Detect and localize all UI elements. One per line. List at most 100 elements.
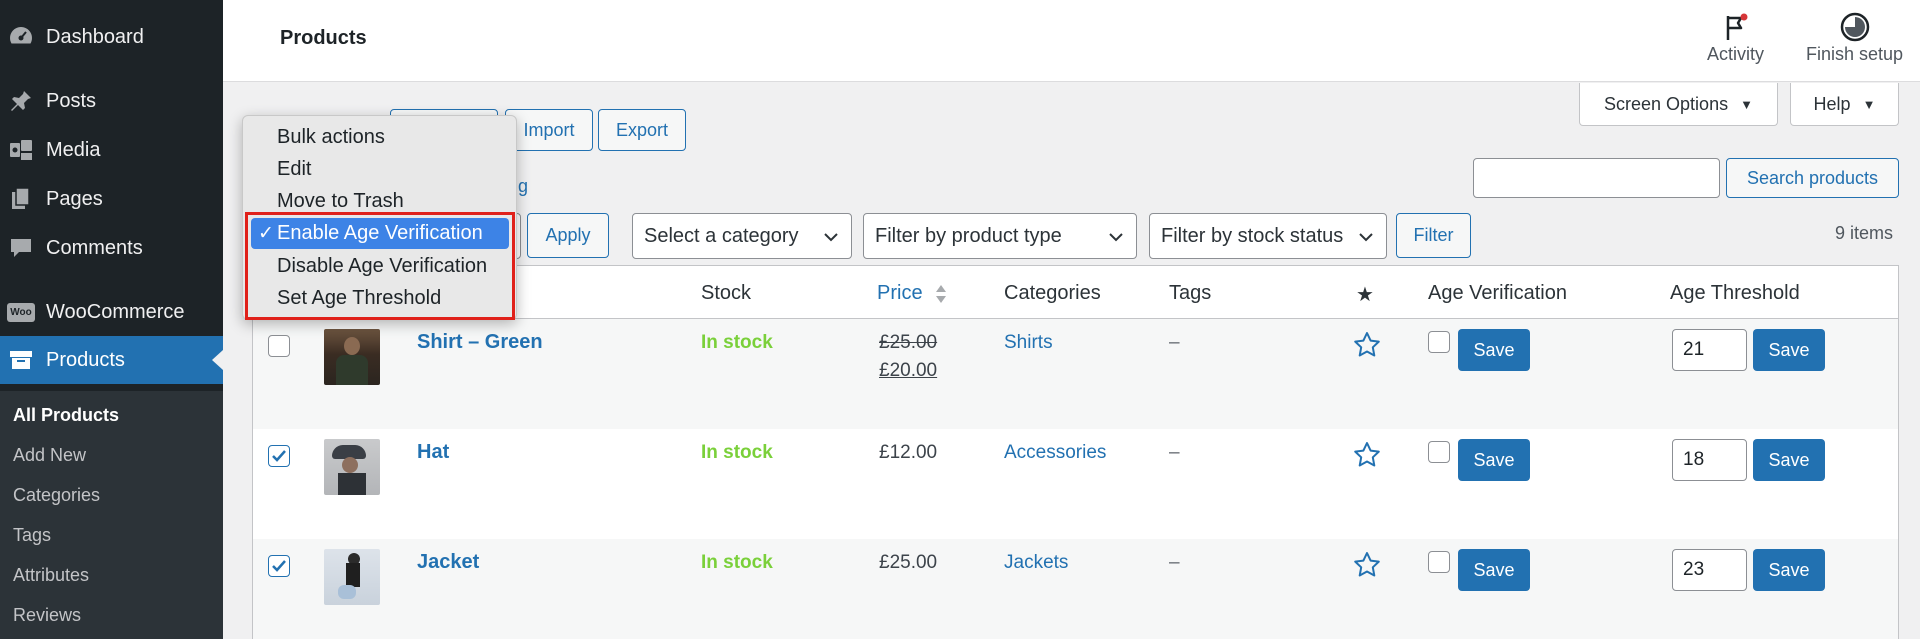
option-label: Move to Trash: [277, 190, 404, 212]
search-input[interactable]: [1473, 158, 1720, 198]
products-table: Stock Price Categories Tags ★ Age Verifi…: [252, 265, 1899, 639]
sidebar-item-comments[interactable]: Comments: [0, 224, 223, 272]
finish-setup-button[interactable]: Finish setup: [1806, 10, 1903, 65]
price-regular: £25.00: [879, 332, 938, 353]
apply-button[interactable]: Apply: [527, 213, 609, 258]
table-row: Shirt – Green In stock £25.00 £20.00 Shi…: [253, 319, 1898, 429]
activity-label: Activity: [1707, 44, 1765, 64]
sidebar-item-media[interactable]: Media: [0, 126, 223, 174]
age-verification-checkbox[interactable]: [1428, 331, 1450, 353]
star-icon[interactable]: [1353, 331, 1381, 359]
product-thumbnail: [324, 329, 380, 385]
submenu-item-attributes[interactable]: Attributes: [13, 565, 89, 586]
stock-status-select[interactable]: Filter by stock status: [1149, 213, 1387, 259]
triangle-down-icon: ▼: [1740, 96, 1753, 112]
category-link[interactable]: Jackets: [1004, 552, 1068, 574]
row-checkbox[interactable]: [268, 555, 290, 577]
age-threshold-input[interactable]: 23: [1672, 549, 1747, 591]
age-verification-save-button[interactable]: Save: [1458, 549, 1530, 591]
product-thumbnail: [324, 549, 380, 605]
sidebar-item-label: WooCommerce: [46, 300, 185, 323]
category-link[interactable]: Accessories: [1004, 442, 1106, 464]
price-regular: £12.00: [879, 442, 938, 463]
column-header-featured[interactable]: ★: [1356, 282, 1374, 307]
finish-setup-label: Finish setup: [1806, 44, 1904, 64]
submenu-item-add-new[interactable]: Add New: [13, 445, 86, 466]
product-name-link[interactable]: Jacket: [417, 551, 479, 574]
row-checkbox[interactable]: [268, 335, 290, 357]
save-label: Save: [1473, 339, 1515, 360]
age-threshold-input[interactable]: 18: [1672, 439, 1747, 481]
submenu-item-reviews[interactable]: Reviews: [13, 605, 81, 626]
chevron-down-icon: [824, 233, 838, 242]
sidebar-item-label: Products: [46, 348, 125, 371]
age-threshold-save-button[interactable]: Save: [1753, 439, 1825, 481]
checkmark-icon: [272, 450, 286, 462]
submenu-item-all-products[interactable]: All Products: [13, 405, 119, 426]
sidebar-item-products[interactable]: Products: [0, 336, 223, 384]
option-label: Edit: [277, 158, 312, 180]
tags-value: –: [1169, 552, 1180, 573]
export-label: Export: [615, 119, 669, 140]
bulk-option-bulk-actions[interactable]: Bulk actions: [251, 122, 509, 153]
age-threshold-input[interactable]: 21: [1672, 329, 1747, 371]
save-label: Save: [1768, 559, 1810, 580]
page-title: Products: [280, 27, 367, 49]
table-row: Jacket In stock £25.00 Jackets – Save 23…: [253, 539, 1898, 639]
column-header-price[interactable]: Price: [877, 282, 948, 305]
save-label: Save: [1768, 449, 1810, 470]
save-label: Save: [1473, 559, 1515, 580]
help-label: Help: [1813, 93, 1851, 114]
progress-icon: [1839, 10, 1871, 44]
archive-icon: [6, 345, 36, 375]
price-regular: £25.00: [879, 552, 938, 573]
product-name-link[interactable]: Shirt – Green: [417, 331, 543, 354]
pin-icon: [6, 86, 36, 116]
sidebar-item-label: Pages: [46, 187, 103, 210]
bulk-option-edit[interactable]: Edit: [251, 154, 509, 185]
import-button[interactable]: Import: [505, 109, 593, 151]
submenu-item-tags[interactable]: Tags: [13, 525, 51, 546]
screen-options-button[interactable]: Screen Options ▼: [1579, 83, 1778, 126]
column-header-age-verification: Age Verification: [1428, 282, 1567, 304]
submenu-item-categories[interactable]: Categories: [13, 485, 100, 506]
stock-status-select-value: Filter by stock status: [1161, 224, 1344, 247]
age-verification-checkbox[interactable]: [1428, 441, 1450, 463]
partial-link[interactable]: g: [518, 176, 528, 197]
search-products-button[interactable]: Search products: [1726, 158, 1899, 198]
category-link[interactable]: Shirts: [1004, 332, 1053, 354]
star-icon[interactable]: [1353, 551, 1381, 579]
export-button[interactable]: Export: [598, 109, 686, 151]
flag-icon: [1721, 10, 1751, 44]
table-row: Hat In stock £12.00 Accessories – Save 1…: [253, 429, 1898, 539]
import-label: Import: [523, 119, 575, 140]
help-button[interactable]: Help ▼: [1790, 83, 1899, 126]
dashboard-icon: [6, 22, 36, 52]
option-label: Bulk actions: [277, 126, 385, 148]
annotation-highlight-box: [245, 212, 515, 320]
star-icon[interactable]: [1353, 441, 1381, 469]
active-indicator: [212, 350, 223, 370]
age-verification-save-button[interactable]: Save: [1458, 439, 1530, 481]
age-verification-save-button[interactable]: Save: [1458, 329, 1530, 371]
age-threshold-save-button[interactable]: Save: [1753, 329, 1825, 371]
price-header-label: Price: [877, 282, 923, 304]
items-count: 9 items: [1835, 223, 1894, 243]
category-select-value: Select a category: [644, 224, 799, 247]
product-type-select-value: Filter by product type: [875, 224, 1062, 247]
sidebar-item-dashboard[interactable]: Dashboard: [0, 13, 223, 61]
column-header-stock: Stock: [701, 282, 752, 304]
sidebar-item-posts[interactable]: Posts: [0, 77, 223, 125]
row-checkbox[interactable]: [268, 445, 290, 467]
product-name-link[interactable]: Hat: [417, 441, 449, 464]
age-threshold-save-button[interactable]: Save: [1753, 549, 1825, 591]
filter-button[interactable]: Filter: [1396, 213, 1471, 258]
column-header-categories: Categories: [1004, 282, 1101, 304]
category-select[interactable]: Select a category: [632, 213, 852, 259]
sidebar-item-woocommerce[interactable]: Woo WooCommerce: [0, 288, 223, 336]
activity-button[interactable]: Activity: [1707, 10, 1764, 65]
sidebar-item-pages[interactable]: Pages: [0, 175, 223, 223]
age-verification-checkbox[interactable]: [1428, 551, 1450, 573]
stock-status: In stock: [701, 442, 773, 463]
product-type-select[interactable]: Filter by product type: [863, 213, 1137, 259]
